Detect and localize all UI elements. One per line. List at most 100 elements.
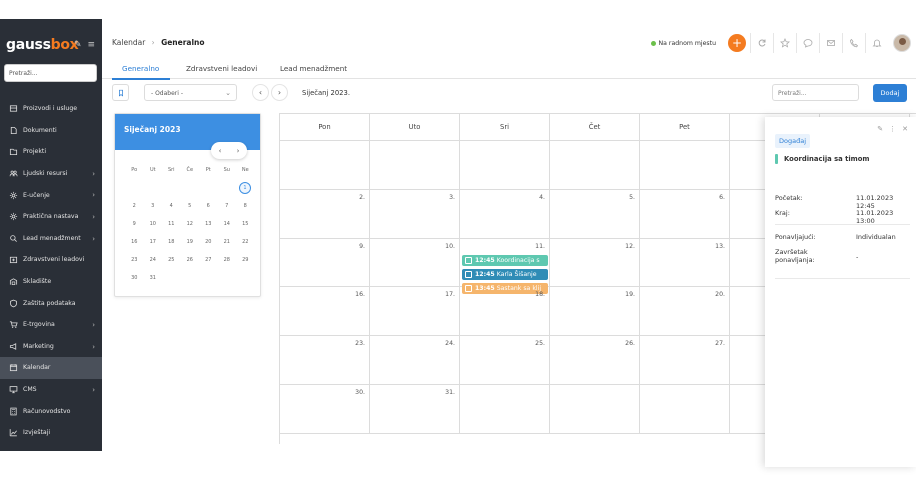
- sidebar-item-marketing[interactable]: Marketing ›: [0, 336, 102, 358]
- day-cell[interactable]: 13.: [640, 238, 730, 288]
- mini-day[interactable]: 8: [236, 203, 255, 209]
- calendar-event[interactable]: 12:45 Karla Šišanje: [462, 268, 548, 280]
- day-cell[interactable]: 24.: [370, 336, 460, 385]
- hamburger-menu-icon[interactable]: ≡: [88, 40, 96, 50]
- sidebar-item-projekti[interactable]: Projekti: [0, 141, 102, 163]
- phone-icon[interactable]: [842, 33, 865, 53]
- mini-day[interactable]: 18: [162, 239, 181, 245]
- mini-day[interactable]: 29: [236, 257, 255, 263]
- day-cell[interactable]: 23.: [280, 336, 370, 385]
- mini-day[interactable]: 23: [125, 257, 144, 263]
- breadcrumb-root[interactable]: Kalendar: [112, 38, 145, 47]
- day-cell[interactable]: [370, 141, 460, 190]
- sidebar-item-e-trgovina[interactable]: E-trgovina ›: [0, 314, 102, 336]
- sidebar-item-racunovodstvo[interactable]: Računovodstvo: [0, 400, 102, 422]
- day-cell[interactable]: 9.: [280, 238, 370, 288]
- sidebar-item-lead-menadzment[interactable]: Lead menadžment ›: [0, 228, 102, 250]
- sidebar-item-proizvodi-i-usluge[interactable]: Proizvodi i usluge: [0, 98, 102, 120]
- day-cell[interactable]: 27.: [640, 336, 730, 385]
- day-cell[interactable]: 5.: [550, 189, 640, 239]
- add-button[interactable]: +: [728, 34, 746, 52]
- mini-day[interactable]: 4: [162, 203, 181, 209]
- close-icon[interactable]: ✕: [902, 125, 908, 133]
- sidebar-item-zdravstveni-leadovi[interactable]: Zdravstveni leadovi: [0, 249, 102, 271]
- mini-day[interactable]: 16: [125, 239, 144, 245]
- mini-day[interactable]: 13: [199, 221, 218, 227]
- day-cell[interactable]: 17.: [370, 287, 460, 337]
- day-cell[interactable]: 16.: [280, 287, 370, 337]
- mini-day[interactable]: 17: [144, 239, 163, 245]
- sidebar-item-kalendar[interactable]: Kalendar: [0, 357, 102, 379]
- calendar-search-input[interactable]: Pretraži...: [772, 84, 859, 101]
- tab-zdravstveni-leadovi[interactable]: Zdravstveni leadovi: [186, 64, 257, 73]
- day-cell[interactable]: 30.: [280, 384, 370, 434]
- day-cell[interactable]: 4.: [460, 189, 550, 239]
- mini-day[interactable]: 12: [181, 221, 200, 227]
- calendar-event[interactable]: 12:45 Koordinacija s: [462, 254, 548, 266]
- mini-day[interactable]: 26: [181, 257, 200, 263]
- mini-day[interactable]: 21: [218, 239, 237, 245]
- tab-generalno[interactable]: Generalno: [122, 64, 159, 73]
- add-event-button[interactable]: Dodaj: [873, 84, 907, 102]
- pencil-icon[interactable]: ✎: [74, 40, 82, 50]
- day-cell[interactable]: 10.: [370, 238, 460, 288]
- mini-day[interactable]: 30: [125, 275, 144, 281]
- sidebar-item-prakticna-nastava[interactable]: Praktična nastava ›: [0, 206, 102, 228]
- mini-day[interactable]: 24: [144, 257, 163, 263]
- mini-day[interactable]: 14: [218, 221, 237, 227]
- mini-day[interactable]: 31: [144, 275, 163, 281]
- filter-select[interactable]: - Odaberi - ⌄: [144, 84, 237, 101]
- sidebar-search-input[interactable]: Pretraži...: [4, 64, 97, 82]
- day-cell[interactable]: [550, 141, 640, 190]
- mini-prev-icon[interactable]: ‹: [219, 147, 222, 155]
- mini-day[interactable]: 7: [218, 203, 237, 209]
- mini-day[interactable]: 11: [162, 221, 181, 227]
- prev-month-button[interactable]: ‹: [252, 84, 269, 101]
- day-cell[interactable]: [280, 141, 370, 190]
- user-avatar[interactable]: [893, 34, 911, 52]
- mini-day[interactable]: 15: [236, 221, 255, 227]
- bookmark-button[interactable]: [112, 84, 129, 101]
- tab-lead-menadzment[interactable]: Lead menadžment: [280, 64, 347, 73]
- sidebar-item-skladiste[interactable]: Skladište: [0, 271, 102, 293]
- refresh-icon[interactable]: [750, 33, 773, 53]
- day-cell[interactable]: [550, 384, 640, 434]
- sidebar-item-ljudski-resursi[interactable]: Ljudski resursi ›: [0, 163, 102, 185]
- mini-day[interactable]: 27: [199, 257, 218, 263]
- day-cell[interactable]: 3.: [370, 189, 460, 239]
- day-cell[interactable]: 2.: [280, 189, 370, 239]
- day-cell[interactable]: 18.: [460, 287, 550, 337]
- day-cell[interactable]: 6.: [640, 189, 730, 239]
- edit-icon[interactable]: ✎: [877, 125, 883, 133]
- day-cell[interactable]: 12.: [550, 238, 640, 288]
- sidebar-item-cms[interactable]: CMS ›: [0, 379, 102, 401]
- day-cell[interactable]: 20.: [640, 287, 730, 337]
- mini-day[interactable]: 6: [199, 203, 218, 209]
- mini-day[interactable]: 9: [125, 221, 144, 227]
- day-cell[interactable]: 19.: [550, 287, 640, 337]
- mini-next-icon[interactable]: ›: [237, 147, 240, 155]
- next-month-button[interactable]: ›: [271, 84, 288, 101]
- mini-day[interactable]: 25: [162, 257, 181, 263]
- mini-day[interactable]: 22: [236, 239, 255, 245]
- mini-day[interactable]: 2: [125, 203, 144, 209]
- sidebar-item-dokumenti[interactable]: Dokumenti: [0, 120, 102, 142]
- sidebar-item-zastita-podataka[interactable]: Zaštita podataka: [0, 292, 102, 314]
- mini-day[interactable]: 1: [239, 182, 251, 194]
- day-cell[interactable]: 25.: [460, 336, 550, 385]
- mini-day[interactable]: 20: [199, 239, 218, 245]
- day-cell[interactable]: [640, 141, 730, 190]
- day-cell[interactable]: 26.: [550, 336, 640, 385]
- mini-day[interactable]: 10: [144, 221, 163, 227]
- day-cell[interactable]: [460, 384, 550, 434]
- mail-icon[interactable]: [819, 33, 842, 53]
- bell-icon[interactable]: [865, 33, 888, 53]
- mini-day[interactable]: 3: [144, 203, 163, 209]
- chat-icon[interactable]: [796, 33, 819, 53]
- mini-day[interactable]: 19: [181, 239, 200, 245]
- logo[interactable]: gaussbox: [6, 37, 79, 53]
- day-cell[interactable]: 11. 12:45 Koordinacija s 12:45 Karla Šišanje…: [460, 238, 550, 294]
- sidebar-item-izvjestaji[interactable]: Izvještaji: [0, 422, 102, 444]
- work-status[interactable]: Na radnom mjestu: [650, 40, 716, 47]
- day-cell[interactable]: [640, 384, 730, 434]
